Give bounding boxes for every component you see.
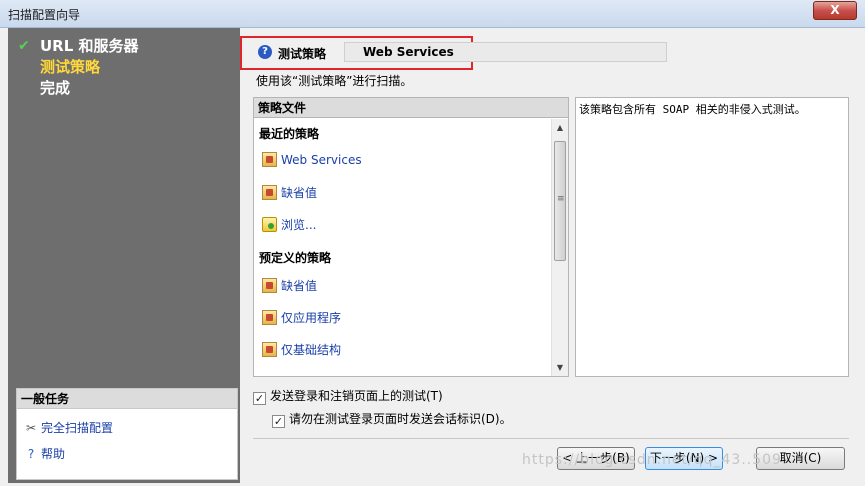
step-finish: 完成: [18, 78, 139, 99]
policy-item-predefined-default[interactable]: 缺省值: [262, 277, 317, 294]
title-bar: 扫描配置向导 X: [0, 0, 865, 28]
close-button[interactable]: X: [813, 1, 857, 20]
option-label: 发送登录和注销页面上的测试(T): [270, 389, 443, 403]
policy-files-panel: 策略文件 最近的策略 Web Services 缺省值 浏览... 预定义的策略…: [253, 97, 569, 377]
predefined-policies-title: 预定义的策略: [259, 251, 332, 265]
policy-file-icon: [262, 342, 277, 357]
hint-text: 使用该“测试策略”进行扫描。: [256, 74, 413, 88]
back-button[interactable]: < 上一步(B): [557, 447, 635, 470]
main-content: ? 测试策略 Web Services 使用该“测试策略”进行扫描。 策略文件 …: [240, 28, 865, 486]
step-label: 测试策略: [40, 58, 101, 76]
policy-item-label: 浏览...: [281, 218, 317, 232]
general-tasks-box: 一般任务 ✂ 完全扫描配置 ? 帮助: [16, 388, 238, 480]
policy-file-icon: [262, 278, 277, 293]
send-login-logout-tests-option[interactable]: ✓ 发送登录和注销页面上的测试(T): [253, 387, 443, 405]
recent-policies-title: 最近的策略: [259, 127, 320, 141]
policy-item-label: 缺省值: [281, 186, 318, 200]
wizard-steps-panel: ✔ URL 和服务器 测试策略 完成 一般任务 ✂ 完全扫描配置 ? 帮助: [8, 28, 240, 483]
step-list: ✔ URL 和服务器 测试策略 完成: [18, 36, 139, 99]
policy-item-label: 仅应用程序: [281, 311, 342, 325]
scroll-thumb[interactable]: [554, 141, 566, 261]
policy-description-panel: 该策略包含所有 SOAP 相关的非侵入式测试。: [575, 97, 849, 377]
checkmark-icon: ✔: [18, 38, 30, 54]
policy-file-icon: [262, 152, 277, 167]
step-test-policy: 测试策略: [18, 57, 139, 78]
task-label: 完全扫描配置: [41, 421, 114, 435]
policy-item-default[interactable]: 缺省值: [262, 184, 317, 201]
checkbox-checked-icon[interactable]: ✓: [272, 415, 285, 428]
no-session-id-option[interactable]: ✓ 请勿在测试登录页面时发送会话标识(D)。: [272, 410, 512, 428]
help-icon[interactable]: ?: [258, 45, 272, 59]
policy-description: 该策略包含所有 SOAP 相关的非侵入式测试。: [579, 103, 806, 116]
checkbox-checked-icon[interactable]: ✓: [253, 392, 266, 405]
policy-item-label: 仅基础结构: [281, 343, 342, 357]
policy-files-header: 策略文件: [254, 98, 568, 118]
full-scan-config-link[interactable]: ✂ 完全扫描配置: [23, 419, 113, 436]
policy-list-scrollbar[interactable]: ▲ ▼: [551, 119, 568, 376]
help-icon: ?: [27, 447, 35, 461]
option-label: 请勿在测试登录页面时发送会话标识(D)。: [289, 412, 512, 426]
footer-divider: [253, 438, 849, 439]
open-folder-icon: [262, 217, 277, 232]
next-button[interactable]: 下一步(N) >: [645, 447, 723, 470]
step-url-server: ✔ URL 和服务器: [18, 36, 139, 57]
task-label: 帮助: [41, 447, 66, 461]
policy-item-browse[interactable]: 浏览...: [262, 216, 316, 233]
tools-icon: ✂: [25, 421, 37, 435]
window-title: 扫描配置向导: [8, 8, 81, 22]
policy-file-icon: [262, 185, 277, 200]
policy-item-label: 缺省值: [281, 279, 318, 293]
scroll-down-icon[interactable]: ▼: [552, 359, 568, 376]
policy-value-field: Web Services: [344, 42, 667, 62]
step-label: 完成: [40, 79, 71, 97]
scroll-up-icon[interactable]: ▲: [552, 119, 568, 136]
policy-item-web-services[interactable]: Web Services: [262, 152, 362, 167]
tasks-header: 一般任务: [17, 389, 237, 409]
policy-item-label: Web Services: [281, 153, 362, 167]
policy-label: 测试策略: [278, 47, 327, 61]
cancel-button[interactable]: 取消(C): [756, 447, 845, 470]
policy-item-application-only[interactable]: 仅应用程序: [262, 309, 341, 326]
help-link[interactable]: ? 帮助: [23, 445, 65, 462]
policy-file-icon: [262, 310, 277, 325]
policy-item-infrastructure-only[interactable]: 仅基础结构: [262, 341, 341, 358]
step-label: URL 和服务器: [40, 37, 139, 55]
